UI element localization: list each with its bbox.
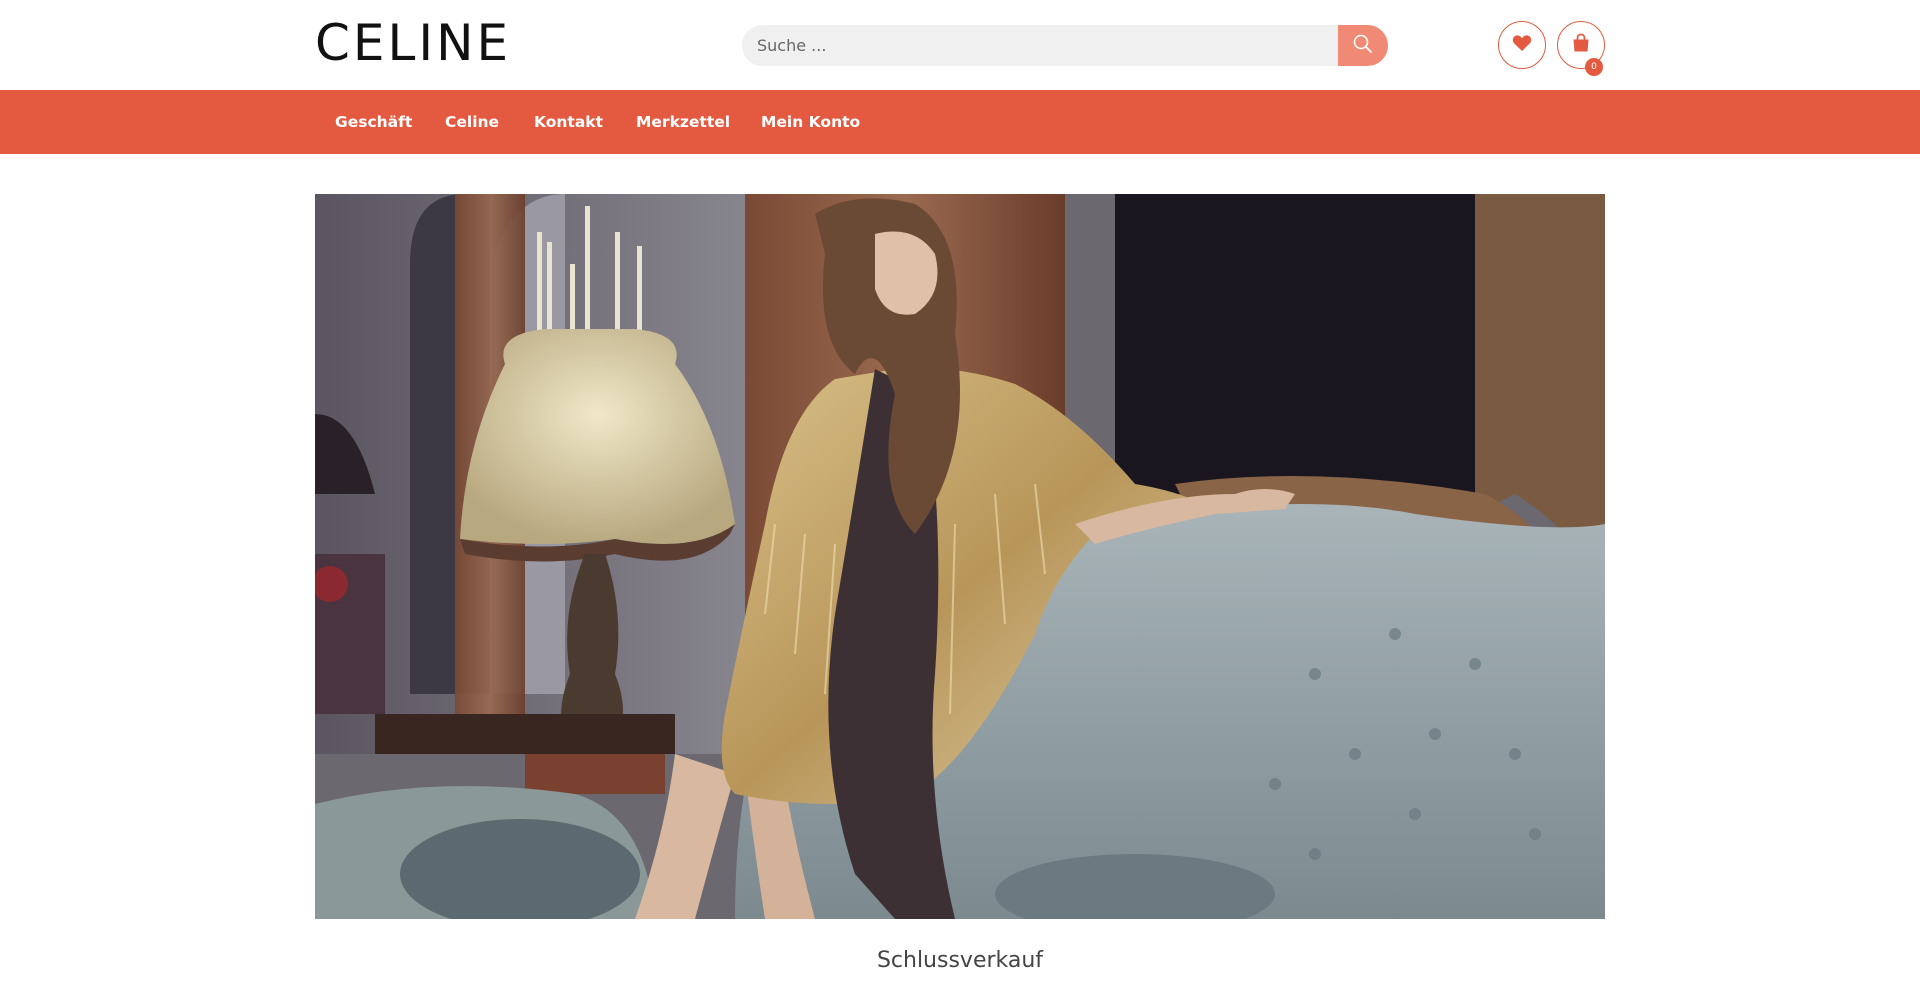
nav-item-merkzettel[interactable]: Merkzettel xyxy=(636,90,730,154)
cart-count-badge: 0 xyxy=(1585,58,1603,76)
brand-logo[interactable]: CELINE xyxy=(315,18,511,68)
hero-caption[interactable]: Schlussverkauf xyxy=(0,948,1920,973)
nav-item-kontakt[interactable]: Kontakt xyxy=(534,90,603,154)
site-header: CELINE 0 xyxy=(0,0,1920,90)
main-navigation: Geschäft Celine Kontakt Merkzettel Mein … xyxy=(0,90,1920,154)
search-input[interactable] xyxy=(742,25,1338,66)
search-bar xyxy=(742,25,1388,66)
nav-item-celine[interactable]: Celine xyxy=(445,90,499,154)
search-button[interactable] xyxy=(1338,25,1388,66)
nav-item-geschaeft[interactable]: Geschäft xyxy=(335,90,412,154)
nav-item-mein-konto[interactable]: Mein Konto xyxy=(761,90,860,154)
wishlist-button[interactable] xyxy=(1498,21,1546,69)
hero-banner-image[interactable] xyxy=(315,194,1605,919)
heart-icon xyxy=(1512,34,1532,57)
search-icon xyxy=(1352,33,1374,58)
shopping-bag-icon xyxy=(1571,33,1591,58)
